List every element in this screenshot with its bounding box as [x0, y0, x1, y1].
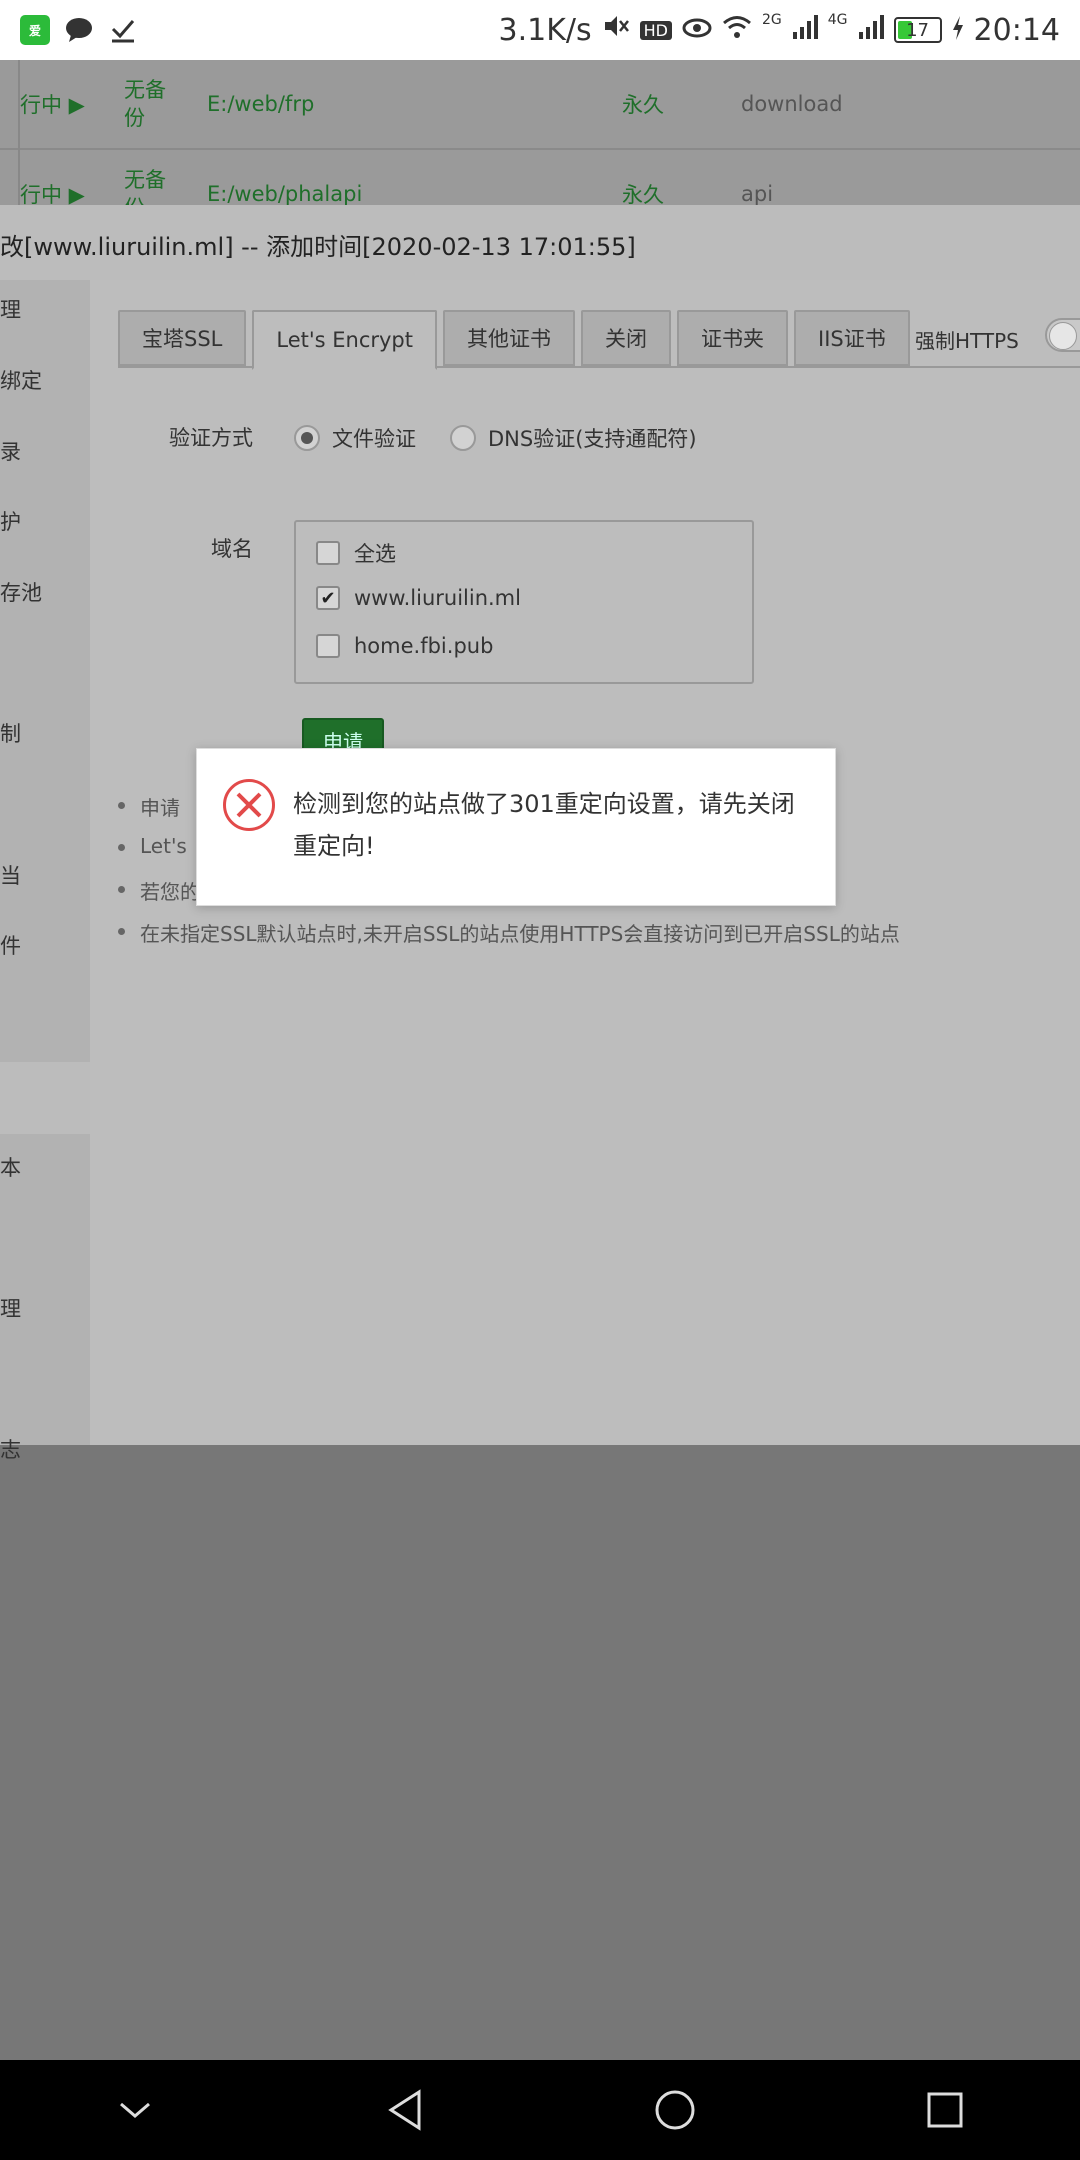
checkbox-label: 全选 [354, 542, 396, 566]
recents-icon[interactable] [915, 2080, 975, 2140]
eye-icon [682, 13, 712, 48]
site-path: E:/web/frp [207, 92, 315, 116]
network-2g: 2G [762, 12, 782, 28]
navigation-bar [0, 2060, 1080, 2160]
site-state: 行中 ▶ [20, 93, 85, 117]
checkbox-label: www.liuruilin.ml [354, 586, 521, 610]
tip-item: Let's [118, 834, 187, 858]
radio-dot [294, 425, 320, 451]
domain-label: 域名 [211, 537, 253, 561]
radio-label: 文件验证 [332, 427, 416, 451]
tab-baota-ssl[interactable]: 宝塔SSL [118, 310, 247, 366]
home-icon[interactable] [645, 2080, 705, 2140]
tab-other-cert[interactable]: 其他证书 [443, 310, 575, 366]
network-4g: 4G [827, 12, 848, 28]
panel-title: 改[www.liuruilin.ml] -- 添加时间[2020-02-13 1… [0, 233, 636, 261]
site-note: download [741, 92, 843, 116]
tab-close[interactable]: 关闭 [581, 310, 671, 366]
radio-dns-verify[interactable]: DNS验证(支持通配符) [450, 423, 697, 453]
checkbox-domain-home[interactable]: home.fbi.pub [316, 634, 493, 658]
sidebar-item[interactable]: 件 [0, 930, 21, 960]
radio-dot [450, 425, 476, 451]
sidebar-item[interactable]: 理 [0, 294, 21, 324]
sidebar-item[interactable]: 护 [0, 506, 21, 536]
mute-icon [602, 12, 630, 48]
tip-item: 申请 [118, 792, 180, 821]
back-icon[interactable] [375, 2080, 435, 2140]
checkbox-label: home.fbi.pub [354, 634, 494, 658]
sidebar-item[interactable]: 志 [0, 1434, 21, 1464]
site-note: api [741, 182, 774, 206]
site-backup: 无备份 [124, 78, 166, 130]
sidebar-item[interactable]: 存池 [0, 577, 42, 607]
site-expire: 永久 [622, 93, 664, 117]
status-bar: 爱 3.1K/s HD 2G 4G 17 20:14 [0, 0, 1080, 60]
checkbox-domain-www[interactable]: ✔ www.liuruilin.ml [316, 586, 521, 610]
charging-icon [952, 13, 964, 48]
alert-message: 检测到您的站点做了301重定向设置，请先关闭重定向! [293, 790, 795, 860]
sidebar-gap [0, 1062, 90, 1134]
signal-icon [792, 13, 818, 48]
tip-item: 在未指定SSL默认站点时,未开启SSL的站点使用HTTPS会直接访问到已开启SS… [118, 918, 900, 947]
sidebar-item[interactable]: 当 [0, 860, 21, 890]
sidebar-item[interactable]: 录 [0, 436, 21, 466]
sidebar-item[interactable]: 理 [0, 1293, 21, 1323]
wifi-icon [722, 13, 752, 48]
verify-method-label: 验证方式 [169, 426, 253, 450]
checkbox [316, 541, 340, 565]
force-https-toggle[interactable] [1045, 318, 1080, 352]
chat-icon [64, 15, 94, 45]
site-path: E:/web/phalapi [207, 182, 363, 206]
checkbox-checked: ✔ [316, 586, 340, 610]
battery-icon: 17 [893, 17, 942, 43]
settings-sidebar: 理 绑定 录 护 存池 制 当 件 本 理 志 [0, 280, 90, 1462]
checkbox-select-all[interactable]: 全选 [316, 538, 396, 568]
iqiyi-app-icon: 爱 [20, 15, 50, 45]
sidebar-item[interactable]: 制 [0, 718, 21, 748]
radio-label: DNS验证(支持通配符) [488, 427, 697, 451]
divider [18, 60, 20, 205]
ssl-tabs: 宝塔SSL Let's Encrypt 其他证书 关闭 证书夹 IIS证书 [118, 310, 910, 370]
sidebar-item[interactable]: 绑定 [0, 365, 42, 395]
table-row: 行中 ▶ 无备份 E:/web/frp 永久 download [0, 60, 1080, 150]
tab-cert-folder[interactable]: 证书夹 [677, 310, 788, 366]
tab-iis-cert[interactable]: IIS证书 [794, 310, 910, 366]
signal-icon-2 [858, 13, 884, 48]
error-x-icon [223, 779, 275, 831]
radio-file-verify[interactable]: 文件验证 [294, 423, 416, 453]
hd-badge: HD [639, 20, 672, 40]
battery-level: 17 [906, 19, 929, 41]
error-alert: 检测到您的站点做了301重定向设置，请先关闭重定向! [196, 748, 836, 906]
tab-lets-encrypt[interactable]: Let's Encrypt [252, 310, 437, 370]
domain-list: 全选 ✔ www.liuruilin.ml home.fbi.pub [294, 520, 754, 684]
chevron-down-icon[interactable] [105, 2080, 165, 2140]
force-https-label: 强制HTTPS [915, 329, 1019, 353]
checkbox [316, 634, 340, 658]
clock: 20:14 [973, 12, 1060, 48]
sidebar-item[interactable]: 本 [0, 1152, 21, 1182]
check-icon [108, 15, 138, 45]
network-speed: 3.1K/s [498, 12, 592, 48]
background-site-list: 行中 ▶ 无备份 E:/web/frp 永久 download 行中 ▶ 无备份… [0, 60, 1080, 240]
